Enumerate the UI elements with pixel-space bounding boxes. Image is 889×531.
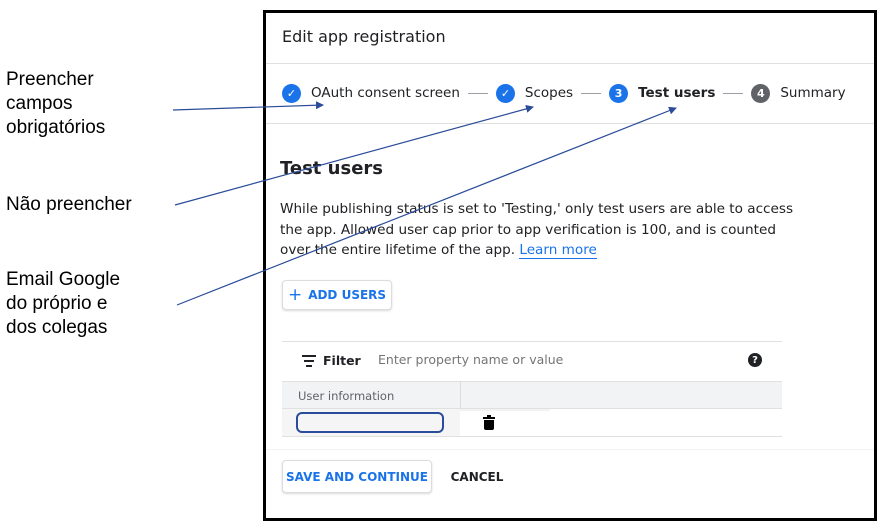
check-icon: ✓ — [495, 83, 515, 103]
title-divider — [266, 63, 874, 64]
plus-icon: + — [287, 284, 303, 305]
cancel-button[interactable]: CANCEL — [445, 460, 509, 493]
section-title: Test users — [280, 158, 384, 179]
annotation-line: do próprio e — [6, 293, 108, 314]
help-icon[interactable]: ? — [748, 353, 762, 367]
step-scopes[interactable]: Scopes — [525, 85, 573, 101]
step-summary[interactable]: Summary — [780, 85, 845, 101]
annotation-line: Não preencher — [6, 194, 132, 215]
add-users-label: ADD USERS — [308, 288, 387, 302]
trash-icon[interactable] — [483, 415, 495, 430]
step-oauth-consent-screen[interactable]: OAuth consent screen — [311, 85, 460, 101]
column-divider — [460, 382, 461, 409]
annotation-line: Email Google — [6, 269, 121, 290]
save-and-continue-button[interactable]: SAVE AND CONTINUE — [282, 460, 432, 493]
step-connector — [581, 92, 602, 94]
annotation-line: campos — [6, 93, 73, 114]
add-users-button[interactable]: + ADD USERS — [282, 280, 392, 310]
footer-divider — [266, 449, 874, 450]
dialog-title: Edit app registration — [282, 27, 446, 46]
edit-app-registration-dialog: Edit app registration ✓ OAuth consent sc… — [263, 10, 877, 521]
table-row — [282, 409, 782, 437]
user-cell — [282, 409, 460, 436]
test-users-table: User information — [282, 381, 782, 437]
filter-icon[interactable] — [302, 355, 316, 367]
step-number-3: 3 — [609, 83, 629, 103]
stepper: ✓ OAuth consent screen ✓ Scopes 3 Test u… — [282, 82, 846, 104]
learn-more-link[interactable]: Learn more — [519, 242, 597, 259]
step-number-4: 4 — [751, 83, 771, 103]
annotation-line: Preencher — [6, 69, 94, 90]
annotation-line: dos colegas — [6, 317, 108, 338]
table-header: User information — [282, 381, 782, 409]
redacted-email — [296, 412, 444, 433]
filter-label: Filter — [323, 353, 361, 368]
step-test-users[interactable]: Test users — [638, 85, 715, 101]
step-connector — [467, 92, 488, 94]
column-header-user-information[interactable]: User information — [298, 389, 394, 403]
stepper-divider — [266, 123, 874, 124]
annotation-google-emails: Email Google do próprio e dos colegas — [6, 268, 120, 340]
check-icon: ✓ — [282, 83, 301, 103]
annotation-do-not-fill: Não preencher — [6, 193, 132, 217]
step-connector — [723, 92, 744, 94]
annotation-fill-required: Preencher campos obrigatórios — [6, 68, 105, 140]
filter-input[interactable] — [378, 352, 678, 367]
filter-bar: Filter ? — [282, 341, 782, 381]
description: While publishing status is set to 'Testi… — [280, 199, 800, 261]
row-highlight — [460, 409, 550, 411]
annotation-line: obrigatórios — [6, 117, 106, 138]
